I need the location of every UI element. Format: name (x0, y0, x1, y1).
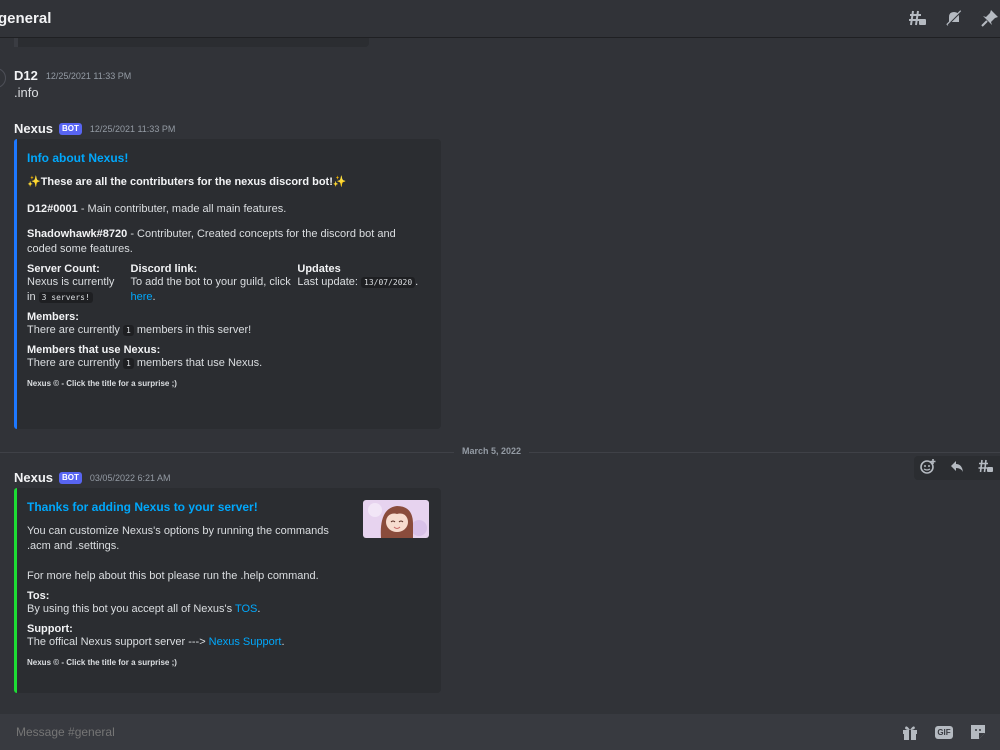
gif-label: GIF (935, 725, 953, 739)
composer-toolbar: GIF (900, 722, 988, 742)
message-header: Nexus BOT 12/25/2021 11:33 PM (14, 121, 175, 136)
inline-code: 3 servers! (38, 292, 93, 303)
gift-icon[interactable] (900, 722, 920, 742)
field-label: Discord link: (130, 263, 198, 275)
channel-name: general (0, 10, 52, 27)
timestamp: 12/25/2021 11:33 PM (45, 70, 132, 81)
embed-intro: ✨These are all the contributers for the … (27, 176, 347, 188)
create-thread-icon[interactable] (978, 458, 994, 479)
field-value: Last update: 13/07/2020. (297, 275, 429, 290)
embed-fields-row: Server Count: Nexus is currently in 3 se… (27, 263, 429, 305)
contributor-line: Shadowhawk#8720 - Contributer, Created c… (27, 227, 412, 257)
embed-footer: Nexus © - Click the title for a surprise… (27, 658, 177, 667)
field-label: Members that use Nexus: (27, 344, 161, 356)
field-label: Tos: (27, 590, 50, 602)
field-text: By using this bot you accept all of Nexu… (27, 603, 235, 615)
punctuation: . (257, 603, 261, 615)
bot-tag: BOT (59, 471, 82, 484)
message-header: Nexus BOT 03/05/2022 6:21 AM (14, 470, 171, 485)
embed-description: You can customize Nexus's options by run… (27, 525, 329, 552)
username[interactable]: D12 (14, 68, 38, 83)
field-support: Support: The offical Nexus support serve… (27, 623, 429, 650)
threads-icon[interactable] (908, 8, 928, 28)
field-value: By using this bot you accept all of Nexu… (27, 602, 429, 617)
field-label: Support: (27, 623, 73, 635)
field-value: To add the bot to your guild, click here… (131, 275, 292, 305)
field-label: Server Count: (27, 263, 100, 275)
here-link[interactable]: here (131, 291, 153, 303)
field-discord-link: Discord link: To add the bot to your gui… (131, 263, 292, 305)
field-text: The offical Nexus support server ---> (27, 636, 209, 648)
message-input[interactable] (14, 724, 173, 740)
previous-embed-bottom (14, 38, 369, 47)
header-toolbar (908, 8, 1000, 28)
contributor-name: D12#0001 (27, 203, 78, 215)
gif-icon[interactable]: GIF (934, 722, 954, 742)
username[interactable]: Nexus (14, 470, 53, 485)
embed-title[interactable]: Info about Nexus! (27, 151, 429, 165)
field-tos: Tos: By using this bot you accept all of… (27, 590, 429, 617)
field-value: There are currently 1 members that use N… (27, 356, 429, 371)
field-text: There are currently (27, 357, 123, 369)
field-text: There are currently (27, 324, 123, 336)
embed-description: For more help about this bot please run … (27, 570, 319, 582)
add-reaction-icon[interactable] (920, 458, 936, 479)
field-value: The offical Nexus support server ---> Ne… (27, 635, 429, 650)
avatar[interactable] (0, 68, 6, 88)
welcome-embed: Thanks for adding Nexus to your server! … (14, 488, 441, 693)
message-feed[interactable]: D12 12/25/2021 11:33 PM .info Nexus BOT … (0, 38, 1000, 714)
username[interactable]: Nexus (14, 121, 53, 136)
punctuation: . (415, 276, 419, 288)
message-text: .info (14, 85, 39, 100)
date-divider-label: March 5, 2022 (454, 446, 530, 456)
message-composer: GIF (0, 714, 1000, 750)
field-label: Updates (297, 263, 341, 275)
field-label: Members: (27, 311, 79, 323)
field-members-nexus: Members that use Nexus: There are curren… (27, 344, 429, 371)
punctuation: . (281, 636, 285, 648)
pin-icon[interactable] (980, 8, 1000, 28)
field-text: Last update: (297, 276, 358, 288)
bot-tag: BOT (59, 122, 82, 135)
field-text: To add the bot to your guild, click (130, 276, 291, 288)
timestamp: 03/05/2022 6:21 AM (89, 472, 171, 483)
message-header: D12 12/25/2021 11:33 PM (14, 68, 131, 83)
tos-link[interactable]: TOS (235, 603, 257, 615)
mute-bell-icon[interactable] (944, 8, 964, 28)
support-link[interactable]: Nexus Support (209, 636, 282, 648)
field-text: members that use Nexus. (133, 357, 263, 369)
inline-code: 13/07/2020 (361, 277, 416, 288)
field-updates: Updates Last update: 13/07/2020. (297, 263, 429, 305)
message-actions-toolbar (914, 456, 1000, 480)
embed-color-bar (14, 488, 17, 693)
embed-color-bar (14, 139, 17, 429)
contributor-name: Shadowhawk#8720 (27, 228, 128, 240)
field-value: Nexus is currently in 3 servers! (27, 275, 125, 305)
embed-thumbnail[interactable] (363, 500, 429, 538)
field-text: members in this server! (133, 324, 252, 336)
inline-code: 1 (122, 325, 134, 336)
field-members: Members: There are currently 1 members i… (27, 311, 429, 338)
contributor-line: D12#0001 - Main contributer, made all ma… (27, 202, 429, 217)
info-embed: Info about Nexus! ✨These are all the con… (14, 139, 441, 429)
field-value: There are currently 1 members in this se… (27, 323, 429, 338)
inline-code: 1 (122, 358, 134, 369)
sticker-icon[interactable] (968, 722, 988, 742)
punctuation: . (152, 291, 156, 303)
embed-footer: Nexus © - Click the title for a surprise… (27, 379, 177, 388)
channel-header: general (0, 0, 1000, 38)
contributor-desc: - Main contributer, made all main featur… (77, 203, 287, 215)
reply-icon[interactable] (949, 458, 965, 479)
timestamp: 12/25/2021 11:33 PM (89, 123, 176, 134)
field-server-count: Server Count: Nexus is currently in 3 se… (27, 263, 125, 305)
